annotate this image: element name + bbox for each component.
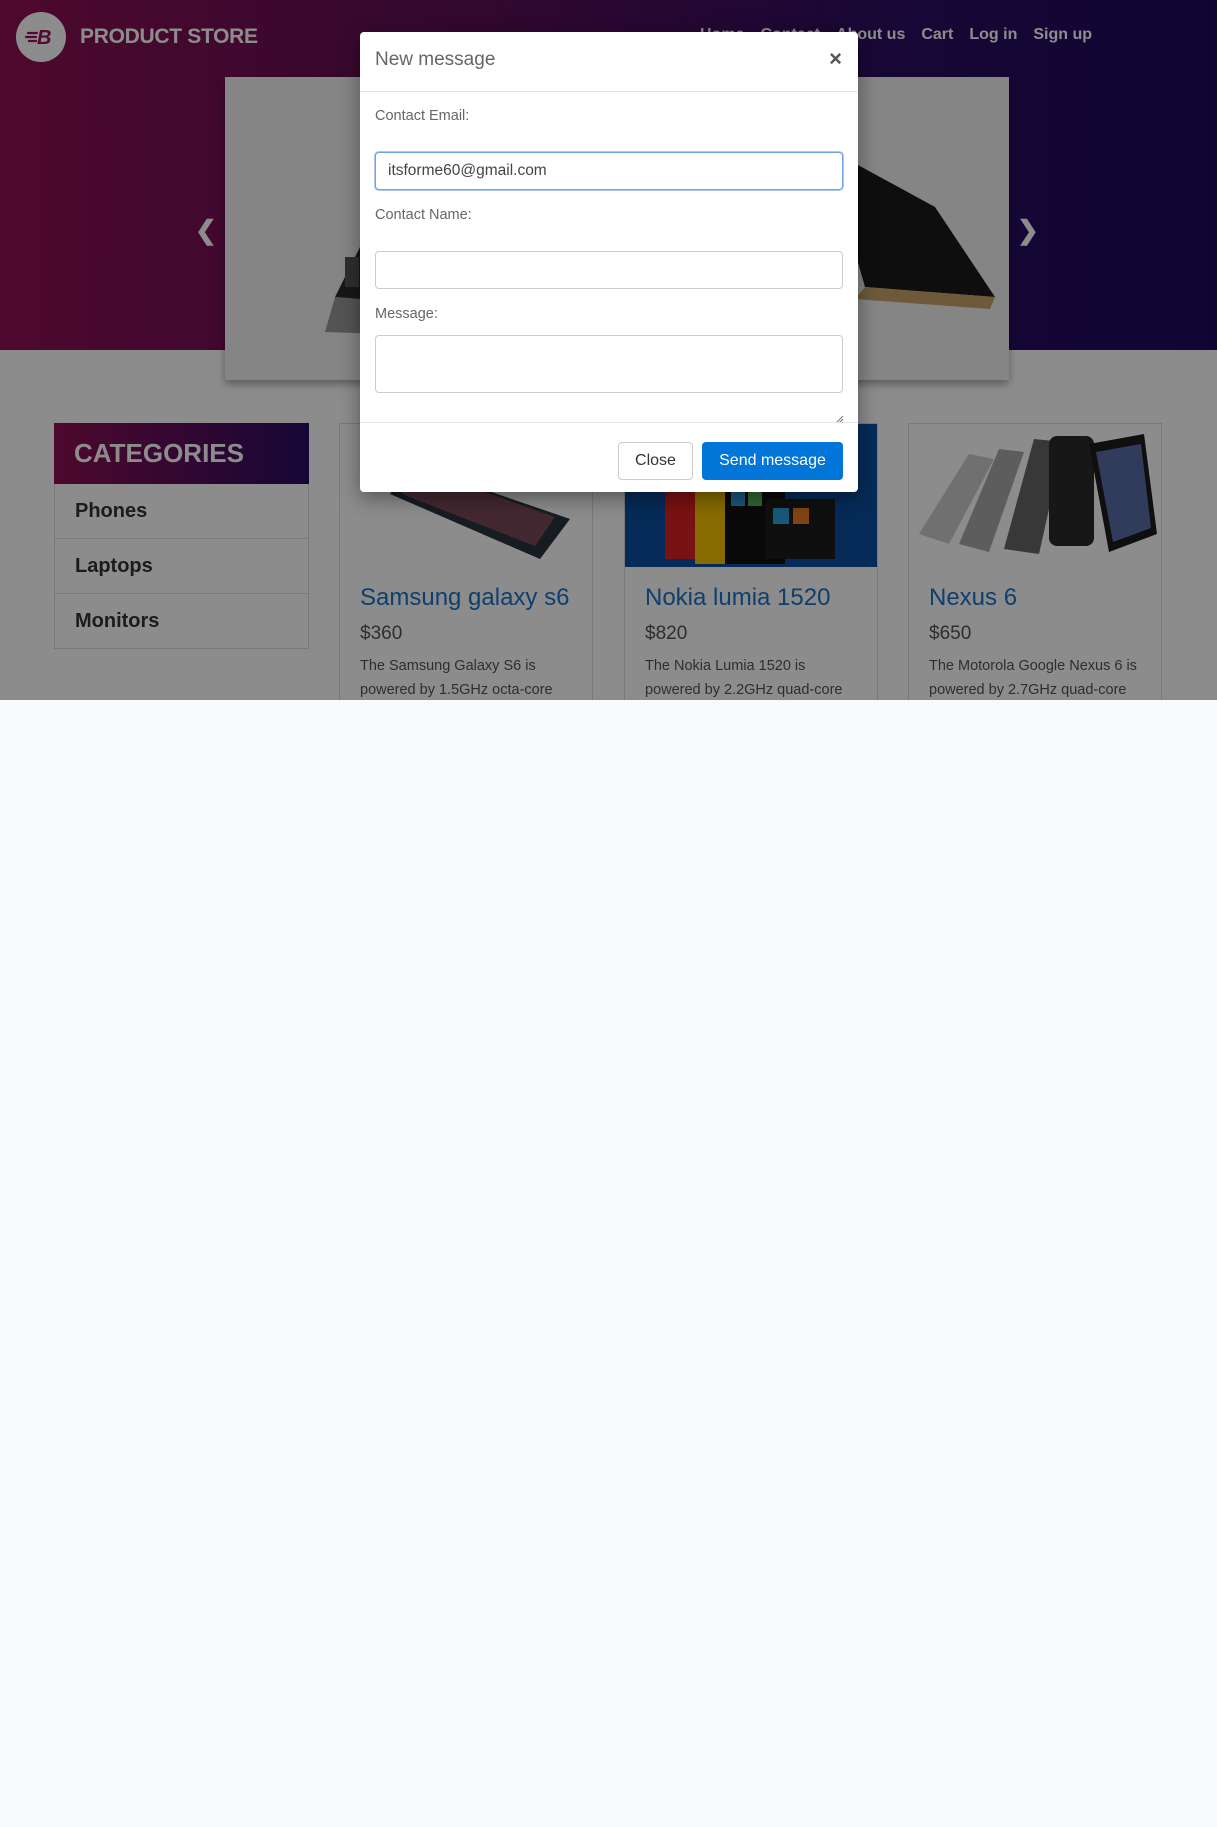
modal-header: New message × (360, 32, 858, 92)
modal-title: New message (375, 49, 496, 70)
message-label: Message: (375, 306, 438, 322)
send-message-button[interactable]: Send message (702, 442, 843, 480)
message-textarea[interactable] (375, 335, 843, 393)
new-message-modal: New message × Contact Email: Contact Nam… (360, 32, 858, 492)
contact-email-label: Contact Email: (375, 108, 470, 124)
contact-email-field[interactable] (375, 152, 843, 190)
close-icon[interactable]: × (829, 46, 842, 72)
page: B PRODUCT STORE Home Contact About us Ca… (0, 0, 1217, 700)
close-button[interactable]: Close (618, 442, 693, 480)
contact-name-field[interactable] (375, 251, 843, 289)
contact-name-label: Contact Name: (375, 207, 472, 223)
